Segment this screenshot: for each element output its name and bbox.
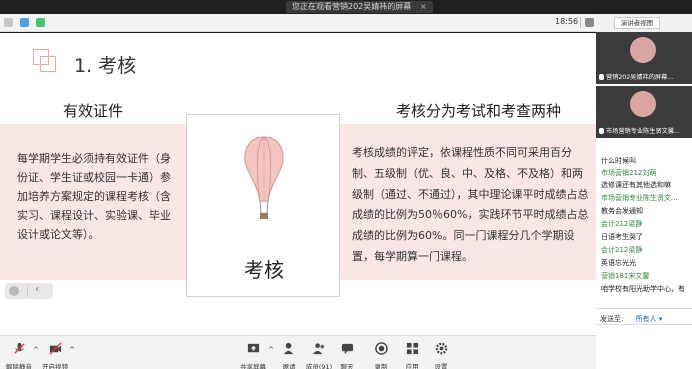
chat-sender: 会计212梁静 (601, 220, 643, 228)
chat-bubble-icon (341, 343, 353, 355)
settings-button[interactable]: 设置 (424, 340, 458, 369)
card-label: 考核 (244, 258, 284, 282)
chevron-up-icon[interactable]: ^ (69, 346, 75, 354)
pen-icon[interactable] (9, 286, 19, 296)
shared-slide: 1. 考核 有效证件 考核分为考试和考查两种 每学期学生必须持有效证件（身份证、… (0, 33, 596, 335)
video-tile[interactable]: 市场营销专业陈生贤文馨... (596, 86, 692, 138)
fullscreen-icon[interactable] (585, 18, 594, 27)
record-label: 录制 (374, 363, 388, 369)
invite-button[interactable]: 邀请 (272, 340, 306, 369)
record-button[interactable]: 录制 (364, 340, 398, 369)
avatar (630, 37, 656, 63)
video-tile-name: 市场营销专业陈生贤文馨... (599, 126, 691, 135)
shield-icon[interactable] (20, 18, 29, 27)
invite-label: 邀请 (282, 363, 296, 369)
chat-message: 日语考生哭了 (601, 233, 643, 241)
close-icon[interactable]: × (420, 2, 427, 11)
avatar (630, 91, 656, 117)
record-icon (374, 342, 388, 355)
chat-message: 英语忘光光 (601, 259, 636, 267)
right-paragraph: 考核成绩的评定，依课程性质不同可采用百分制、五级制（优、良、中、及格、不及格）和… (352, 146, 589, 263)
divider (27, 285, 28, 297)
share-screen-icon (247, 343, 259, 353)
divider (580, 17, 581, 28)
left-heading: 有效证件 (63, 102, 124, 120)
share-screen-button[interactable]: 共享屏幕 (236, 340, 270, 369)
video-tile[interactable]: 营销202吴婧祎的屏幕... (596, 32, 692, 84)
speaker-view-button[interactable]: 演讲者视图 (614, 17, 660, 29)
left-paragraph: 每学期学生必须持有效证件（身份证、学生证或校园一卡通）参加培养方案规定的课程考核… (17, 152, 171, 241)
send-to-label: 发送至: (600, 315, 624, 323)
chat-label: 聊天 (340, 363, 354, 369)
chevron-left-icon[interactable]: ‹ (35, 284, 39, 295)
user-icon[interactable] (4, 18, 13, 27)
chat-message: 什么时候叫 (601, 157, 636, 165)
chat-sender: 会计212梁静 (601, 246, 643, 254)
settings-label: 设置 (434, 363, 448, 369)
hot-air-balloon-icon (244, 136, 284, 219)
viewer-toolbar: 18:56 (0, 14, 596, 32)
slide-title: 1. 考核 (74, 55, 137, 77)
panel-header: 演讲者视图 (596, 14, 692, 32)
signal-icon[interactable] (36, 18, 45, 27)
decor-square-icon (40, 56, 56, 72)
chat-input[interactable] (596, 324, 692, 369)
people-icon (312, 343, 324, 355)
unmute-label: 解除静音 (6, 363, 32, 369)
chat-message: 咱学校有阳光助学中心，有 (601, 285, 685, 293)
chat-message: 教务会发通知 (601, 207, 643, 215)
share-screen-label: 共享屏幕 (240, 363, 266, 369)
microphone-icon (599, 128, 604, 134)
sharing-banner-text: 您正在观看营销202吴婧祎的屏幕 (292, 2, 412, 11)
video-tile-name: 营销202吴婧祎的屏幕... (599, 72, 691, 81)
slide-nav-control[interactable]: ‹ (5, 283, 53, 299)
chat-message: 选修课还有其他选和嘛 (601, 181, 671, 189)
meeting-top-bar: 您正在观看营销202吴婧祎的屏幕 × (0, 0, 692, 14)
apps-grid-icon (406, 342, 418, 355)
center-card: 考核 (186, 114, 340, 297)
right-panel: 演讲者视图 营销202吴婧祎的屏幕... 市场营销专业陈生贤文馨... 什么时候… (596, 14, 692, 369)
sharing-banner[interactable]: 您正在观看营销202吴婧祎的屏幕 × (286, 1, 433, 13)
divider (596, 308, 692, 309)
chat-list[interactable]: 什么时候叫 市场营销212刘萌 选修课还有其他选和嘛 市场营销专业陈生贤文...… (596, 154, 692, 314)
start-video-label: 开启视频 (42, 363, 68, 369)
meeting-controls: 解除静音 ^ 开启视频 ^ 共享屏幕 ^ 邀请 成员(91) 聊天 录制 应用 … (0, 335, 596, 369)
chat-sender: 营销181宋文馨 (601, 272, 650, 280)
microphone-icon (599, 74, 604, 80)
unmute-button[interactable]: 解除静音 (2, 340, 36, 369)
clock-time: 18:56 (555, 17, 579, 26)
gear-icon (435, 342, 447, 355)
right-heading: 考核分为考试和考查两种 (396, 102, 562, 120)
chat-sender: 市场营销212刘萌 (601, 169, 657, 177)
chat-sender: 市场营销专业陈生贤文... (601, 194, 678, 202)
chat-button[interactable]: 聊天 (330, 340, 364, 369)
microphone-muted-icon (13, 342, 25, 354)
add-person-icon (283, 342, 293, 355)
send-to-select[interactable]: 所有人 ▾ (636, 315, 663, 323)
start-video-button[interactable]: 开启视频 (38, 340, 72, 369)
send-to-row: 发送至: 所有人 ▾ (600, 314, 662, 324)
camera-off-icon (48, 342, 62, 355)
